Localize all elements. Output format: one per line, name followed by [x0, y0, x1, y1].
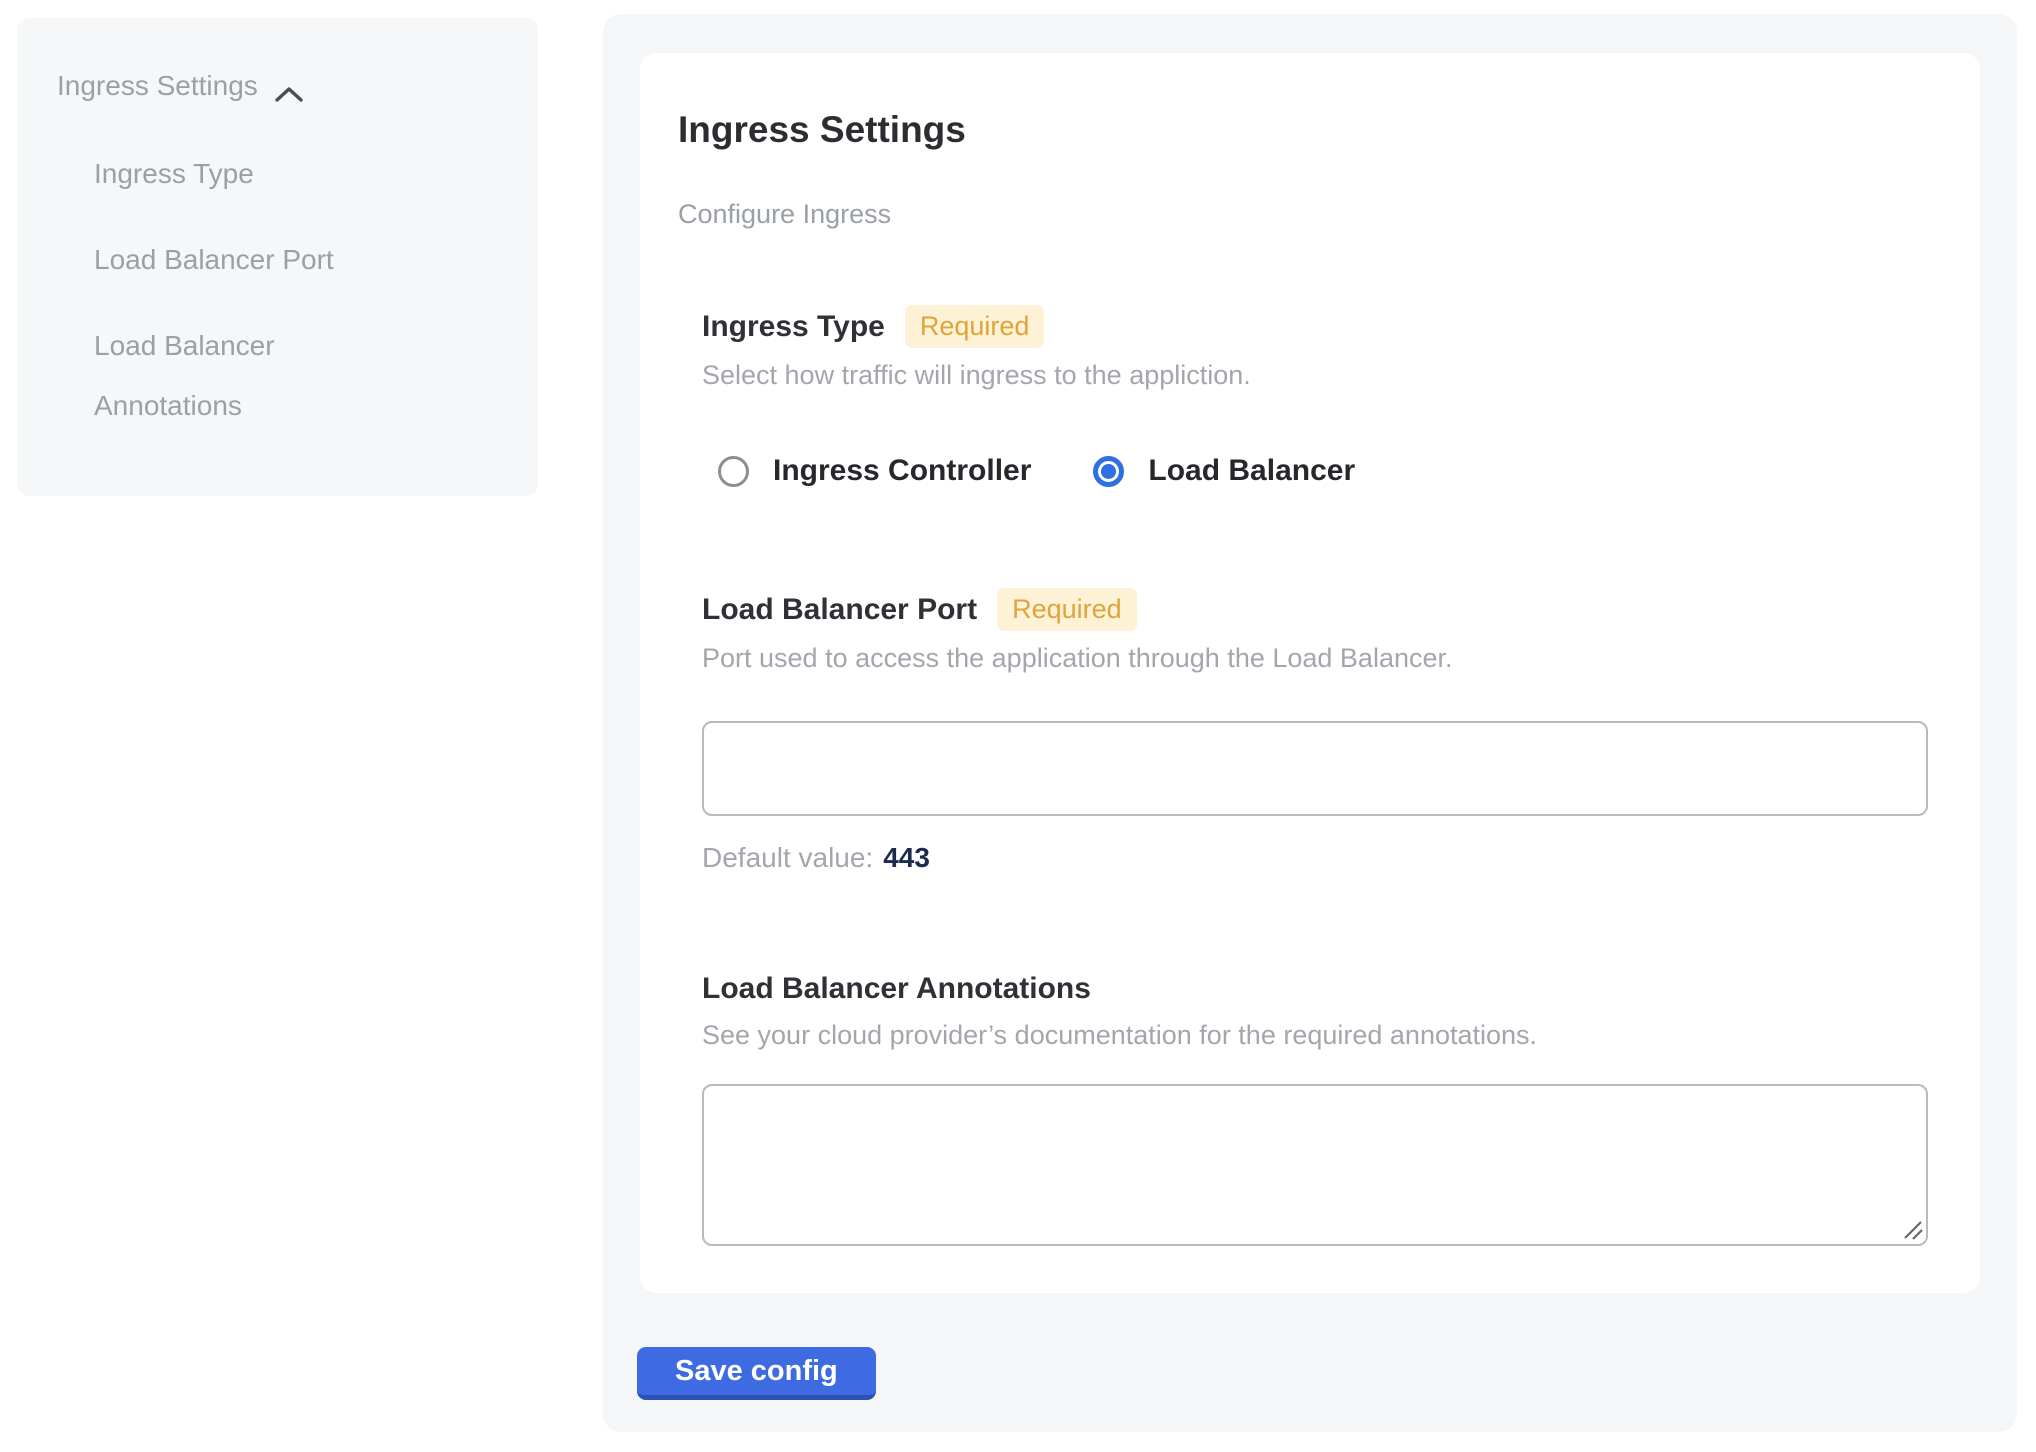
ingress-type-label: Ingress Type	[702, 308, 885, 346]
sidebar-nav: Ingress Type Load Balancer Port Load Bal…	[57, 144, 508, 436]
ingress-type-radio-group: Ingress Controller Load Balancer	[702, 454, 1920, 488]
field-load-balancer-port: Load Balancer Port Required Port used to…	[702, 588, 1920, 874]
ingress-type-description: Select how traffic will ingress to the a…	[702, 358, 1920, 392]
required-badge: Required	[997, 588, 1137, 631]
sidebar-item-load-balancer-annotations[interactable]: Load Balancer Annotations	[57, 316, 387, 436]
sidebar-item-ingress-type[interactable]: Ingress Type	[57, 144, 387, 204]
default-value-number: 443	[883, 842, 930, 873]
page-subtitle: Configure Ingress	[678, 197, 1920, 231]
chevron-up-icon	[274, 76, 304, 96]
default-value-note: Default value: 443	[702, 842, 1920, 874]
radio-unselected-icon[interactable]	[718, 456, 749, 487]
save-config-button[interactable]: Save config	[637, 1347, 876, 1400]
load-balancer-annotations-description: See your cloud provider’s documentation …	[702, 1018, 1920, 1052]
radio-option-ingress-controller[interactable]: Ingress Controller	[718, 454, 1031, 488]
load-balancer-annotations-label: Load Balancer Annotations	[702, 970, 1091, 1008]
radio-selected-icon[interactable]	[1093, 456, 1124, 487]
default-value-prefix: Default value:	[702, 842, 873, 873]
settings-sidebar: Ingress Settings Ingress Type Load Balan…	[17, 18, 538, 496]
ingress-settings-card: Ingress Settings Configure Ingress Ingre…	[640, 53, 1980, 1293]
field-load-balancer-annotations: Load Balancer Annotations See your cloud…	[702, 970, 1920, 1246]
load-balancer-port-description: Port used to access the application thro…	[702, 641, 1920, 675]
main-panel: Ingress Settings Configure Ingress Ingre…	[603, 14, 2017, 1432]
required-badge: Required	[905, 305, 1045, 348]
field-ingress-type: Ingress Type Required Select how traffic…	[702, 305, 1920, 488]
sidebar-item-load-balancer-port[interactable]: Load Balancer Port	[57, 230, 387, 290]
load-balancer-port-label: Load Balancer Port	[702, 591, 977, 629]
sidebar-section-label: Ingress Settings	[57, 66, 258, 106]
page-title: Ingress Settings	[678, 109, 1920, 151]
radio-option-load-balancer[interactable]: Load Balancer	[1093, 454, 1355, 488]
radio-label-load-balancer[interactable]: Load Balancer	[1148, 454, 1355, 488]
load-balancer-annotations-textarea[interactable]	[702, 1084, 1928, 1246]
resize-handle-icon[interactable]	[1902, 1219, 1924, 1241]
load-balancer-port-input[interactable]	[702, 721, 1928, 816]
radio-label-ingress-controller[interactable]: Ingress Controller	[773, 454, 1031, 488]
sidebar-section-ingress-settings[interactable]: Ingress Settings	[57, 66, 508, 106]
